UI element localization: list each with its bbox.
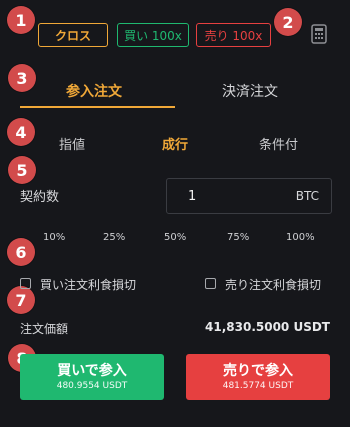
badge-7: 7 — [7, 286, 35, 314]
buy-open-label: 買いで参入 — [57, 362, 127, 379]
order-type-limit[interactable]: 指値 — [59, 134, 85, 153]
badge-1: 1 — [7, 6, 35, 34]
sell-open-label: 売りで参入 — [223, 362, 293, 379]
badge-5: 5 — [8, 156, 36, 184]
order-value-label: 注文価額 — [20, 322, 69, 336]
percent-option-50[interactable]: 50% — [164, 232, 186, 243]
contracts-input[interactable]: 1 BTC — [166, 178, 332, 214]
sell-tpsl-label: 売り注文利食損切 — [225, 278, 322, 292]
percent-option-25[interactable]: 25% — [103, 232, 125, 243]
buy-tpsl-label: 買い注文利食損切 — [40, 278, 137, 292]
contracts-value: 1 — [188, 189, 197, 204]
cross-margin-button[interactable]: クロス — [38, 23, 108, 47]
badge-3: 3 — [8, 64, 36, 92]
order-type-market[interactable]: 成行 — [162, 134, 188, 153]
active-tab-underline — [20, 106, 175, 108]
tab-close-order[interactable]: 決済注文 — [222, 81, 278, 101]
order-type-conditional[interactable]: 条件付 — [259, 134, 298, 153]
badge-4: 4 — [7, 118, 35, 146]
sell-open-cost: 481.5774 USDT — [222, 380, 294, 391]
buy-leverage-button[interactable]: 買い 100x — [117, 23, 189, 47]
buy-open-button[interactable]: 買いで参入 480.9554 USDT — [20, 354, 164, 400]
badge-2: 2 — [274, 8, 302, 36]
calculator-icon[interactable] — [311, 24, 327, 48]
order-value-amount: 41,830.5000 USDT — [205, 320, 330, 334]
percent-option-75[interactable]: 75% — [227, 232, 249, 243]
buy-tpsl-checkbox[interactable] — [20, 278, 31, 289]
sell-leverage-button[interactable]: 売り 100x — [196, 23, 271, 47]
percent-option-100[interactable]: 100% — [286, 232, 315, 243]
contracts-label: 契約数 — [20, 190, 60, 205]
badge-6: 6 — [7, 238, 35, 266]
buy-open-cost: 480.9554 USDT — [56, 380, 128, 391]
percent-option-10[interactable]: 10% — [43, 232, 65, 243]
sell-open-button[interactable]: 売りで参入 481.5774 USDT — [186, 354, 330, 400]
contracts-unit: BTC — [295, 189, 319, 203]
tab-open-order[interactable]: 参入注文 — [66, 81, 122, 101]
sell-tpsl-checkbox[interactable] — [205, 278, 216, 289]
